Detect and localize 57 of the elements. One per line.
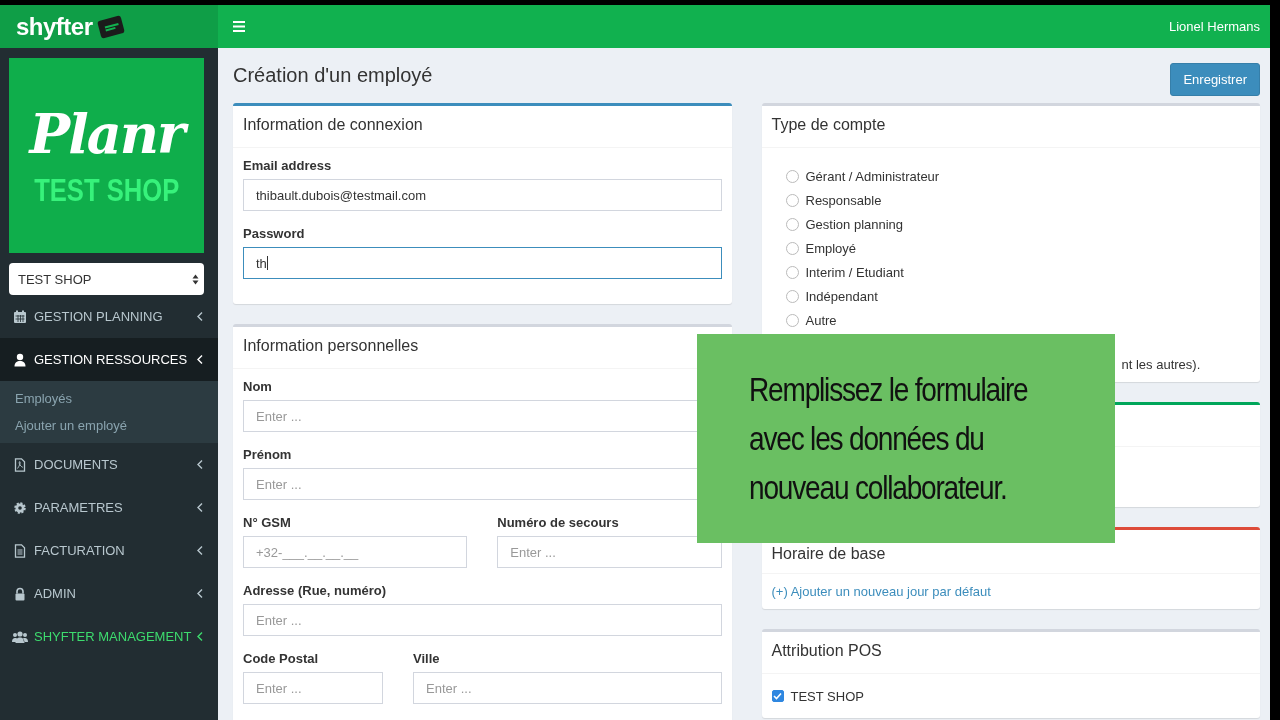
- add-day-link[interactable]: (+) Ajouter un nouveau jour par défaut: [771, 584, 991, 599]
- radio-label[interactable]: Interim / Etudiant: [805, 264, 904, 280]
- checkbox[interactable]: [771, 690, 784, 702]
- sidebar-item[interactable]: SHYFTER MANAGEMENT: [0, 615, 218, 658]
- document-icon: [12, 543, 28, 558]
- calendar-icon: [12, 309, 28, 324]
- pdf-file-icon: [12, 457, 28, 472]
- radio-label[interactable]: Indépendant: [805, 288, 878, 304]
- field-label: Password: [243, 226, 306, 241]
- field-label: Email address: [243, 158, 333, 173]
- select-arrows-icon: [192, 273, 199, 285]
- chevron-left-icon: [197, 460, 203, 469]
- sidebar-item[interactable]: FACTURATION: [0, 529, 218, 572]
- card-title: Attribution POS: [771, 642, 882, 659]
- chevron-left-icon: [197, 589, 203, 598]
- field-label: Nom: [243, 379, 273, 394]
- chevron-left-icon: [197, 632, 203, 641]
- radio-label[interactable]: Autre: [805, 312, 837, 328]
- input-field[interactable]: thibault.dubois@testmail.com: [243, 179, 722, 211]
- card-title: Type de compte: [771, 116, 886, 133]
- note-text: nt les autres).: [1121, 357, 1201, 372]
- page-title: Création d'un employé: [233, 64, 433, 87]
- menu-icon[interactable]: [233, 21, 245, 32]
- field-label: N° GSM: [243, 515, 292, 530]
- submenu-item[interactable]: Employés: [0, 385, 218, 412]
- input-field[interactable]: th: [243, 247, 722, 279]
- field-label: Code Postal: [243, 651, 320, 666]
- field-label: Adresse (Rue, numéro): [243, 583, 388, 598]
- group-icon: [12, 629, 28, 644]
- field-label: Numéro de secours: [497, 515, 620, 530]
- radio-label[interactable]: Gestion planning: [805, 216, 904, 232]
- card-title: Horaire de base: [771, 545, 886, 562]
- chevron-left-icon: [197, 546, 203, 555]
- settings-icon: [12, 500, 28, 515]
- radio-label[interactable]: Gérant / Administrateur: [805, 168, 940, 184]
- card-title: Information personnelles: [243, 337, 419, 354]
- user-icon: [12, 352, 28, 367]
- checkbox-label[interactable]: TEST SHOP: [790, 688, 864, 704]
- save-button[interactable]: Enregistrer: [1170, 63, 1260, 96]
- submenu-item[interactable]: Ajouter un employé: [0, 412, 218, 439]
- radio-label[interactable]: Responsable: [805, 192, 882, 208]
- sidebar-item[interactable]: PARAMETRES: [0, 486, 218, 529]
- sidebar-item[interactable]: DOCUMENTS: [0, 443, 218, 486]
- chevron-left-icon: [197, 312, 203, 321]
- sidebar-item[interactable]: GESTION PLANNING: [0, 295, 218, 338]
- sidebar-item[interactable]: GESTION RESSOURCES: [0, 338, 218, 381]
- chevron-left-icon: [197, 503, 203, 512]
- sidebar-item[interactable]: ADMIN: [0, 572, 218, 615]
- chevron-left-icon: [197, 355, 203, 364]
- field-label: Prénom: [243, 447, 293, 462]
- shop-select[interactable]: TEST SHOP: [9, 263, 204, 295]
- logo-shop-name: TEST SHOP: [33, 172, 180, 209]
- radio-label[interactable]: Employé: [805, 240, 857, 256]
- overlay-caption: Remplissez le formulaire avec les données du nouveau collaborateur.: [749, 370, 1028, 508]
- card-title: Information de connexion: [243, 116, 423, 133]
- field-label: Ville: [413, 651, 441, 666]
- brand-logo[interactable]: shyfter: [16, 12, 93, 41]
